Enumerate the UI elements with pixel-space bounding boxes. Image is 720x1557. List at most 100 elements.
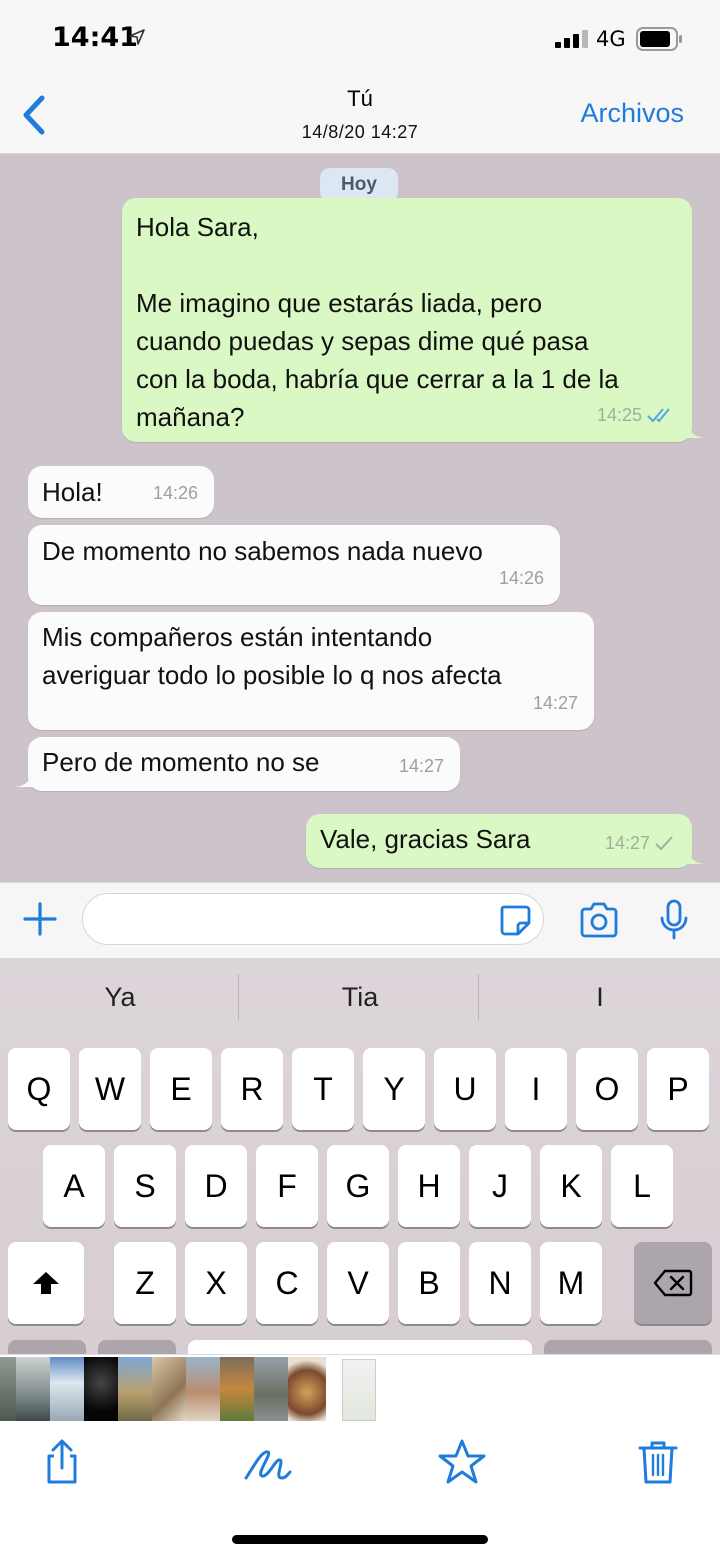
key-p[interactable]: P (647, 1048, 709, 1130)
key-l[interactable]: L (611, 1145, 673, 1227)
photo-thumbnail[interactable] (254, 1357, 288, 1421)
message-bubble-incoming[interactable]: Mis compañeros están intentando averigua… (28, 612, 594, 730)
photo-strip[interactable] (0, 1354, 720, 1424)
markup-icon[interactable] (242, 1438, 294, 1486)
photo-thumbnail[interactable] (220, 1357, 254, 1421)
emoji-key[interactable] (98, 1340, 176, 1354)
favorite-star-icon[interactable] (436, 1438, 488, 1486)
key-k[interactable]: K (540, 1145, 602, 1227)
message-input[interactable] (82, 893, 544, 945)
trash-icon[interactable] (634, 1438, 682, 1486)
location-arrow-icon (129, 29, 145, 45)
microphone-icon[interactable] (658, 899, 690, 941)
suggestion[interactable]: Ya (0, 982, 240, 1013)
message-meta: 14:25 (597, 396, 676, 434)
key-v[interactable]: V (327, 1242, 389, 1324)
day-separator: Hoy (320, 168, 398, 202)
key-s[interactable]: S (114, 1145, 176, 1227)
message-meta: 14:26 (499, 559, 544, 597)
message-bubble-incoming[interactable]: De momento no sabemos nada nuevo 14:26 (28, 525, 560, 605)
delete-icon (653, 1269, 693, 1297)
key-q[interactable]: Q (8, 1048, 70, 1130)
predictive-bar: Ya Tia I (0, 958, 720, 1042)
status-bar: 14:41 4G (0, 0, 720, 76)
battery-icon (636, 27, 682, 51)
message-meta: 14:27 (605, 824, 676, 862)
message-time: 14:25 (596, 405, 642, 425)
key-o[interactable]: O (576, 1048, 638, 1130)
double-check-icon (647, 408, 670, 423)
key-b[interactable]: B (398, 1242, 460, 1324)
bubble-tail (686, 422, 704, 438)
bubble-tail (686, 848, 704, 864)
chat-header: Tú 14/8/20 14:27 Archivos (0, 76, 720, 154)
space-key[interactable] (188, 1340, 532, 1354)
keyboard: Ya Tia I Q W E R T Y U I O P A S D F G H… (0, 958, 720, 1354)
key-t[interactable]: T (292, 1048, 354, 1130)
photo-thumbnail-selected[interactable] (342, 1359, 376, 1421)
key-h[interactable]: H (398, 1145, 460, 1227)
message-text: Mis compañeros están intentando averigua… (42, 622, 502, 690)
message-composer (0, 882, 720, 958)
message-time: 14:27 (398, 756, 444, 776)
key-u[interactable]: U (434, 1048, 496, 1130)
message-meta: 14:26 (153, 474, 198, 512)
camera-icon[interactable] (578, 901, 620, 939)
signal-icon (555, 30, 588, 48)
suggestion-divider (478, 974, 479, 1020)
key-a[interactable]: A (43, 1145, 105, 1227)
message-text: Pero de momento no se (42, 747, 320, 777)
message-time: 14:27 (532, 693, 578, 713)
message-meta: 14:27 (399, 747, 444, 785)
photo-thumbnail[interactable] (16, 1357, 50, 1421)
status-time: 14:41 (52, 22, 138, 53)
files-button[interactable]: Archivos (580, 98, 684, 129)
message-text: De momento no sabemos nada nuevo (42, 536, 483, 566)
key-n[interactable]: N (469, 1242, 531, 1324)
home-indicator[interactable] (232, 1535, 488, 1544)
message-time: 14:26 (152, 483, 198, 503)
photo-thumbnail[interactable] (0, 1357, 16, 1421)
message-bubble-incoming[interactable]: Pero de momento no se 14:27 (16, 737, 460, 791)
sticker-icon[interactable] (498, 903, 532, 937)
delete-key[interactable] (634, 1242, 712, 1324)
photo-toolbar (0, 1424, 720, 1557)
share-icon[interactable] (38, 1438, 86, 1486)
photo-thumbnail[interactable] (288, 1357, 326, 1421)
shift-icon (33, 1272, 59, 1294)
chat-thread[interactable]: Hoy Hola Sara, Me imagino que estarás li… (0, 154, 720, 882)
key-i[interactable]: I (505, 1048, 567, 1130)
message-bubble-incoming[interactable]: Hola! 14:26 (28, 466, 214, 518)
photo-thumbnail[interactable] (186, 1357, 220, 1421)
key-x[interactable]: X (185, 1242, 247, 1324)
message-meta: 14:27 (533, 684, 578, 722)
photo-thumbnail[interactable] (118, 1357, 152, 1421)
numbers-key[interactable] (8, 1340, 86, 1354)
key-y[interactable]: Y (363, 1048, 425, 1130)
suggestion[interactable]: I (480, 982, 720, 1013)
key-c[interactable]: C (256, 1242, 318, 1324)
key-d[interactable]: D (185, 1145, 247, 1227)
single-check-icon (655, 836, 673, 851)
key-g[interactable]: G (327, 1145, 389, 1227)
key-f[interactable]: F (256, 1145, 318, 1227)
message-time: 14:27 (604, 833, 650, 853)
shift-key[interactable] (8, 1242, 84, 1324)
return-key[interactable] (544, 1340, 712, 1354)
suggestion[interactable]: Tia (240, 982, 480, 1013)
plus-icon[interactable] (22, 901, 58, 937)
key-j[interactable]: J (469, 1145, 531, 1227)
key-r[interactable]: R (221, 1048, 283, 1130)
key-e[interactable]: E (150, 1048, 212, 1130)
message-bubble-outgoing[interactable]: Vale, gracias Sara 14:27 (306, 814, 704, 868)
key-z[interactable]: Z (114, 1242, 176, 1324)
message-bubble-outgoing[interactable]: Hola Sara, Me imagino que estarás liada,… (122, 198, 704, 442)
photo-thumbnail[interactable] (50, 1357, 84, 1421)
photo-thumbnail[interactable] (84, 1357, 118, 1421)
bubble-tail (16, 771, 34, 787)
photo-thumbnail[interactable] (152, 1357, 186, 1421)
message-time: 14:26 (498, 568, 544, 588)
suggestion-divider (238, 974, 239, 1020)
key-w[interactable]: W (79, 1048, 141, 1130)
key-m[interactable]: M (540, 1242, 602, 1324)
